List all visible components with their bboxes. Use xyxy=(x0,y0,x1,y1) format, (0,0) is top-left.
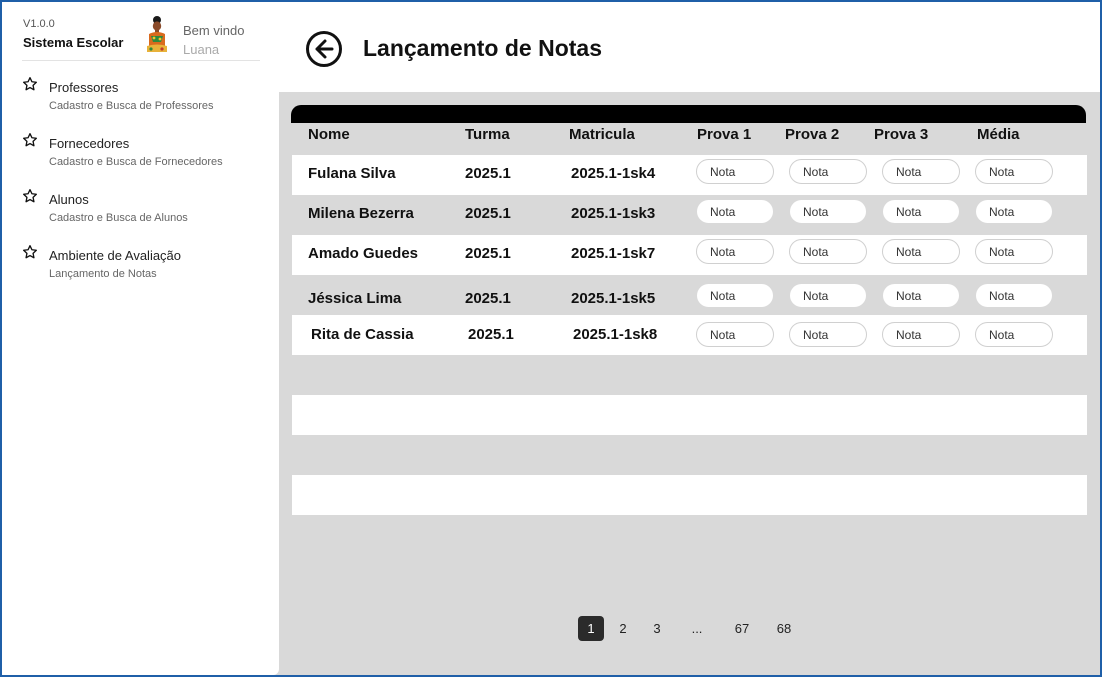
prova-1-input[interactable] xyxy=(696,283,774,308)
prova-3-input[interactable] xyxy=(882,199,960,224)
app-version: V1.0.0 xyxy=(23,18,55,30)
cell-nome: Jéssica Lima xyxy=(308,290,402,307)
sidebar-item-alunos[interactable]: Alunos Cadastro e Busca de Alunos xyxy=(22,186,272,242)
media-input[interactable] xyxy=(975,159,1053,184)
column-header-matricula: Matricula xyxy=(569,126,635,143)
avatar xyxy=(147,16,167,52)
sidebar-item-label: Professores xyxy=(49,80,119,95)
prova-1-input[interactable] xyxy=(696,199,774,224)
page-ellipsis: ... xyxy=(691,621,703,636)
prova-3-input[interactable] xyxy=(882,322,960,347)
star-icon xyxy=(23,189,37,203)
sidebar: V1.0.0 Sistema Escolar Bem vindo Luana P… xyxy=(2,2,279,675)
user-name: Luana xyxy=(183,42,220,57)
cell-turma: 2025.1 xyxy=(468,326,514,343)
media-input[interactable] xyxy=(975,283,1053,308)
sidebar-item-sublabel: Lançamento de Notas xyxy=(49,268,157,280)
column-header-prova-1: Prova 1 xyxy=(697,126,752,143)
page-button-3[interactable]: 3 xyxy=(651,616,663,641)
table-top-bar xyxy=(291,105,1086,123)
cell-turma: 2025.1 xyxy=(465,205,511,222)
column-header-media: Média xyxy=(977,126,1020,143)
prova-3-input[interactable] xyxy=(882,283,960,308)
prova-2-input[interactable] xyxy=(789,322,867,347)
page-button-68[interactable]: 68 xyxy=(774,616,794,641)
cell-matricula: 2025.1-1sk4 xyxy=(571,165,656,182)
cell-nome: Fulana Silva xyxy=(308,165,396,182)
prova-2-input[interactable] xyxy=(789,159,867,184)
table-row: Milena Bezerra 2025.1 2025.1-1sk3 xyxy=(292,195,1087,235)
star-icon xyxy=(23,77,37,91)
sidebar-item-label: Alunos xyxy=(49,192,89,207)
sidebar-header: V1.0.0 Sistema Escolar Bem vindo Luana xyxy=(22,2,260,61)
welcome-text: Bem vindo xyxy=(183,23,245,38)
empty-table-row xyxy=(292,475,1087,515)
prova-2-input[interactable] xyxy=(789,199,867,224)
page-title: Lançamento de Notas xyxy=(363,35,602,61)
prova-3-input[interactable] xyxy=(882,239,960,264)
table-row: Jéssica Lima 2025.1 2025.1-1sk5 xyxy=(292,276,1087,316)
empty-table-row xyxy=(292,395,1087,435)
column-header-turma: Turma xyxy=(465,126,510,143)
table-row: Rita de Cassia 2025.1 2025.1-1sk8 xyxy=(292,315,1087,355)
page-button-2[interactable]: 2 xyxy=(617,616,629,641)
prova-2-input[interactable] xyxy=(789,283,867,308)
media-input[interactable] xyxy=(975,199,1053,224)
column-header-prova-3: Prova 3 xyxy=(874,126,929,143)
cell-matricula: 2025.1-1sk7 xyxy=(571,245,656,262)
sidebar-item-sublabel: Cadastro e Busca de Alunos xyxy=(49,212,188,224)
cell-turma: 2025.1 xyxy=(465,165,511,182)
app-name: Sistema Escolar xyxy=(23,35,124,50)
column-header-nome: Nome xyxy=(308,126,350,143)
cell-nome: Rita de Cassia xyxy=(311,326,414,343)
prova-3-input[interactable] xyxy=(882,159,960,184)
app-frame: V1.0.0 Sistema Escolar Bem vindo Luana P… xyxy=(2,2,1100,675)
sidebar-item-ambiente-avaliacao[interactable]: Ambiente de Avaliação Lançamento de Nota… xyxy=(22,242,272,298)
sidebar-item-label: Fornecedores xyxy=(49,136,130,151)
sidebar-item-sublabel: Cadastro e Busca de Professores xyxy=(49,100,214,112)
prova-1-input[interactable] xyxy=(696,239,774,264)
cell-matricula: 2025.1-1sk3 xyxy=(571,205,656,222)
page-button-1[interactable]: 1 xyxy=(578,616,604,641)
star-icon xyxy=(23,245,37,259)
media-input[interactable] xyxy=(975,239,1053,264)
sidebar-item-sublabel: Cadastro e Busca de Fornecedores xyxy=(49,156,223,168)
sidebar-item-label: Ambiente de Avaliação xyxy=(49,248,182,263)
sidebar-item-professores[interactable]: Professores Cadastro e Busca de Professo… xyxy=(22,74,272,130)
cell-nome: Milena Bezerra xyxy=(308,205,414,222)
main-header: Lançamento de Notas xyxy=(279,2,1100,92)
column-header-prova-2: Prova 2 xyxy=(785,126,840,143)
sidebar-item-fornecedores[interactable]: Fornecedores Cadastro e Busca de Fornece… xyxy=(22,130,272,186)
prova-1-input[interactable] xyxy=(696,322,774,347)
prova-2-input[interactable] xyxy=(789,239,867,264)
media-input[interactable] xyxy=(975,322,1053,347)
cell-turma: 2025.1 xyxy=(465,245,511,262)
cell-turma: 2025.1 xyxy=(465,290,511,307)
cell-nome: Amado Guedes xyxy=(308,245,419,262)
prova-1-input[interactable] xyxy=(696,159,774,184)
page-button-67[interactable]: 67 xyxy=(732,616,752,641)
cell-matricula: 2025.1-1sk8 xyxy=(573,326,658,343)
cell-matricula: 2025.1-1sk5 xyxy=(571,290,656,307)
table-row: Fulana Silva 2025.1 2025.1-1sk4 xyxy=(292,155,1087,195)
star-icon xyxy=(23,133,37,147)
table-row: Amado Guedes 2025.1 2025.1-1sk7 xyxy=(292,235,1087,275)
back-arrow-icon[interactable] xyxy=(305,30,343,68)
sidebar-menu: Professores Cadastro e Busca de Professo… xyxy=(22,74,272,298)
